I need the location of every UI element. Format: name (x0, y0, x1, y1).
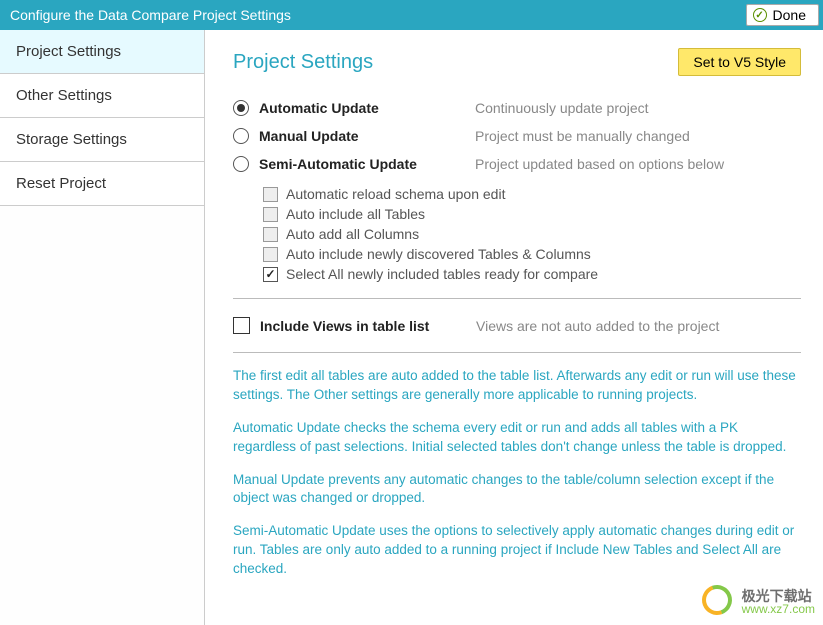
semi-auto-sub-options: Automatic reload schema upon edit Auto in… (263, 184, 801, 284)
update-mode-desc: Project must be manually changed (475, 128, 690, 144)
sidebar: Project SettingsOther SettingsStorage Se… (0, 30, 205, 625)
update-mode-row: Manual UpdateProject must be manually ch… (233, 122, 801, 150)
checkbox-select-all-newly-included-tabl[interactable] (263, 267, 278, 282)
help-paragraph: The first edit all tables are auto added… (233, 367, 801, 405)
sidebar-item-other-settings[interactable]: Other Settings (0, 74, 204, 118)
done-label: Done (773, 7, 806, 23)
sub-option-row: Auto include newly discovered Tables & C… (263, 244, 801, 264)
sub-option-row: Auto include all Tables (263, 204, 801, 224)
main-panel: Project Settings Set to V5 Style Automat… (205, 30, 823, 625)
sub-option-label: Auto add all Columns (286, 226, 419, 242)
checkbox-auto-add-all-columns[interactable] (263, 227, 278, 242)
sub-option-row: Automatic reload schema upon edit (263, 184, 801, 204)
update-mode-row: Automatic UpdateContinuously update proj… (233, 94, 801, 122)
include-views-checkbox[interactable] (233, 317, 250, 334)
update-mode-row: Semi-Automatic UpdateProject updated bas… (233, 150, 801, 178)
sub-option-label: Auto include newly discovered Tables & C… (286, 246, 591, 262)
titlebar: Configure the Data Compare Project Setti… (0, 0, 823, 30)
sub-option-label: Auto include all Tables (286, 206, 425, 222)
sidebar-item-reset-project[interactable]: Reset Project (0, 162, 204, 206)
help-paragraph: Semi-Automatic Update uses the options t… (233, 522, 801, 579)
radio-semi-automatic-update[interactable] (233, 156, 249, 172)
include-views-row: Include Views in table list Views are no… (233, 313, 801, 338)
set-v5-style-button[interactable]: Set to V5 Style (678, 48, 801, 76)
sub-option-label: Select All newly included tables ready f… (286, 266, 598, 282)
sub-option-label: Automatic reload schema upon edit (286, 186, 505, 202)
update-mode-desc: Continuously update project (475, 100, 649, 116)
update-mode-group: Automatic UpdateContinuously update proj… (233, 94, 801, 178)
help-paragraph: Manual Update prevents any automatic cha… (233, 471, 801, 509)
sidebar-item-storage-settings[interactable]: Storage Settings (0, 118, 204, 162)
divider (233, 352, 801, 353)
help-paragraph: Automatic Update checks the schema every… (233, 419, 801, 457)
checkbox-automatic-reload-schema-upon-e[interactable] (263, 187, 278, 202)
checkbox-auto-include-all-tables[interactable] (263, 207, 278, 222)
radio-manual-update[interactable] (233, 128, 249, 144)
page-title: Project Settings (233, 51, 678, 74)
include-views-label: Include Views in table list (260, 318, 476, 334)
check-icon: ✓ (753, 8, 767, 22)
help-text: The first edit all tables are auto added… (233, 367, 801, 579)
sidebar-item-project-settings[interactable]: Project Settings (0, 30, 204, 74)
divider (233, 298, 801, 299)
done-button[interactable]: ✓ Done (746, 4, 819, 26)
checkbox-auto-include-newly-discovered-[interactable] (263, 247, 278, 262)
include-views-desc: Views are not auto added to the project (476, 318, 719, 334)
update-mode-label: Manual Update (259, 128, 475, 144)
window-title: Configure the Data Compare Project Setti… (10, 7, 746, 23)
radio-automatic-update[interactable] (233, 100, 249, 116)
update-mode-label: Semi-Automatic Update (259, 156, 475, 172)
update-mode-desc: Project updated based on options below (475, 156, 724, 172)
sub-option-row: Select All newly included tables ready f… (263, 264, 801, 284)
sub-option-row: Auto add all Columns (263, 224, 801, 244)
update-mode-label: Automatic Update (259, 100, 475, 116)
